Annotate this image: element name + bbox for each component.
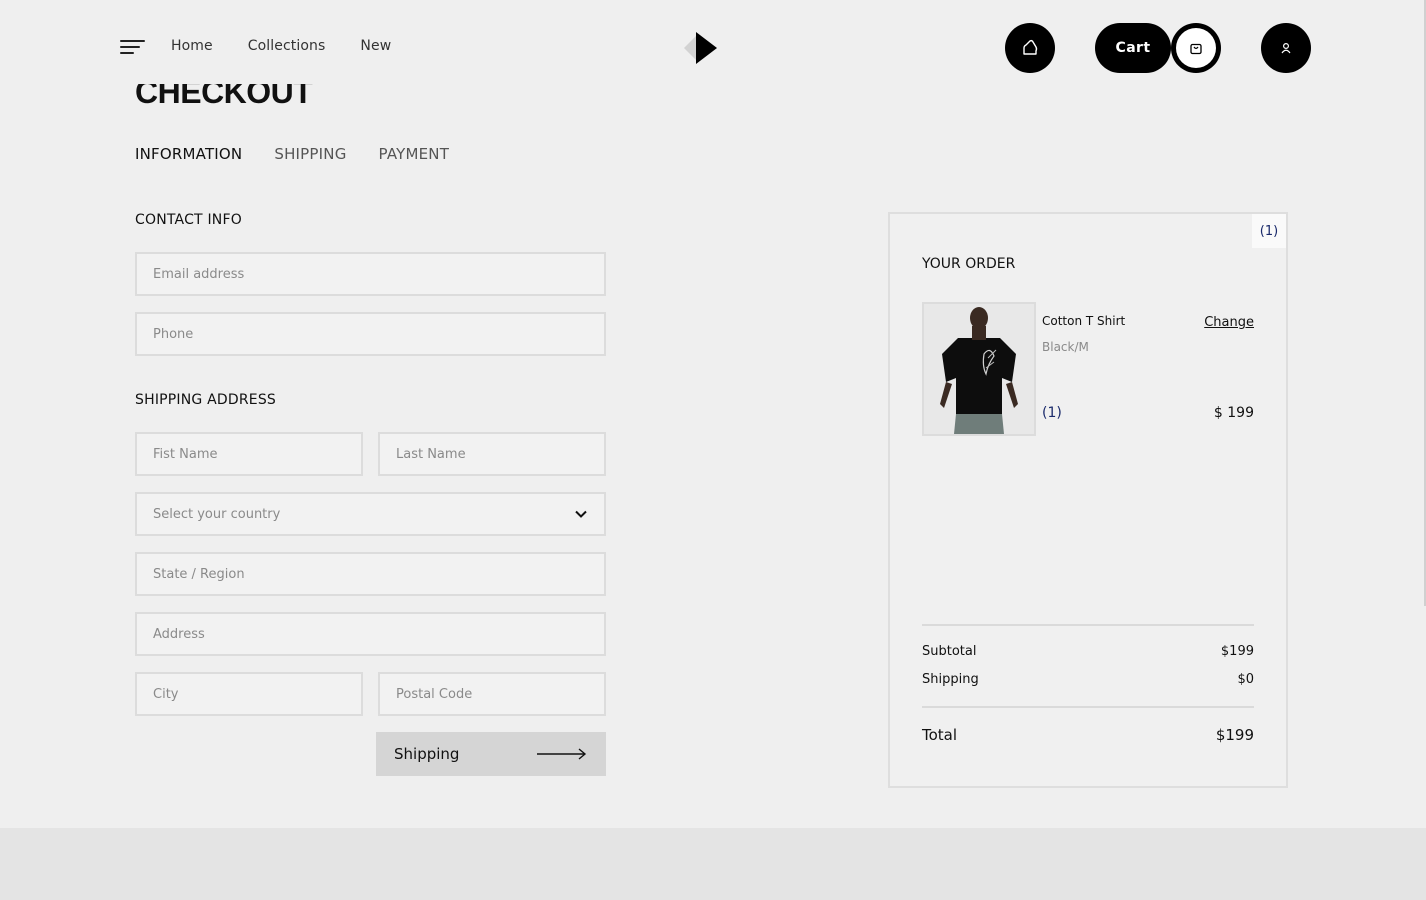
cart-icon-button[interactable] <box>1171 23 1221 73</box>
total-row: Total $199 <box>922 726 1254 744</box>
email-input[interactable] <box>135 252 606 296</box>
nav-collections[interactable]: Collections <box>248 38 326 54</box>
arrow-right-icon <box>537 748 587 760</box>
summary-divider-bottom <box>922 706 1254 708</box>
step-payment[interactable]: PAYMENT <box>379 145 450 163</box>
summary-divider-top <box>922 624 1254 626</box>
postal-code-input[interactable] <box>378 672 606 716</box>
step-information[interactable]: INFORMATION <box>135 145 242 163</box>
cart-icon <box>1190 43 1202 55</box>
shipping-submit-label: Shipping <box>394 745 460 763</box>
menu-icon[interactable] <box>120 40 145 56</box>
subtotal-label: Subtotal <box>922 644 977 659</box>
product-quantity: (1) <box>1042 405 1062 421</box>
last-name-input[interactable] <box>378 432 606 476</box>
country-select[interactable]: Select your country <box>135 492 606 536</box>
shipping-cost-value: $0 <box>1237 672 1254 687</box>
account-button[interactable] <box>1261 23 1311 73</box>
order-title: YOUR ORDER <box>922 256 1016 272</box>
bag-button[interactable] <box>1005 23 1055 73</box>
state-input[interactable] <box>135 552 606 596</box>
main-nav: Home Collections New <box>171 38 391 54</box>
contact-info-label: CONTACT INFO <box>135 212 242 228</box>
site-header: Home Collections New Cart <box>0 0 1426 96</box>
address-input[interactable] <box>135 612 606 656</box>
shipping-row: Shipping $0 <box>922 672 1254 687</box>
shipping-cost-label: Shipping <box>922 672 979 687</box>
change-item-link[interactable]: Change <box>1204 315 1254 330</box>
total-value: $199 <box>1215 726 1254 744</box>
checkout-steps: INFORMATION SHIPPING PAYMENT <box>135 145 449 163</box>
shipping-address-label: SHIPPING ADDRESS <box>135 392 277 408</box>
product-price: $ 199 <box>1213 405 1254 421</box>
nav-home[interactable]: Home <box>171 38 213 54</box>
order-summary-card: (1) YOUR ORDER Cotton T Shirt Black/M Ch… <box>888 212 1288 788</box>
page-title: CHECKOUT <box>135 84 313 110</box>
page-title-wrap: CHECKOUT <box>135 84 435 112</box>
subtotal-row: Subtotal $199 <box>922 644 1254 659</box>
nav-new[interactable]: New <box>360 38 391 54</box>
product-variant: Black/M <box>1042 340 1089 354</box>
subtotal-value: $199 <box>1220 644 1254 659</box>
order-count-badge: (1) <box>1252 214 1286 248</box>
chevron-down-icon <box>575 510 587 518</box>
city-input[interactable] <box>135 672 363 716</box>
user-icon <box>1281 42 1291 54</box>
total-label: Total <box>922 726 958 744</box>
product-name: Cotton T Shirt <box>1042 314 1126 328</box>
first-name-input[interactable] <box>135 432 363 476</box>
shipping-submit-button[interactable]: Shipping <box>376 732 606 776</box>
product-image <box>922 302 1036 436</box>
logo-icon[interactable] <box>684 32 718 64</box>
footer-band <box>0 828 1426 900</box>
step-shipping[interactable]: SHIPPING <box>274 145 346 163</box>
phone-input[interactable] <box>135 312 606 356</box>
country-select-value: Select your country <box>153 506 281 522</box>
bag-icon <box>1023 39 1038 55</box>
cart-button[interactable]: Cart <box>1095 23 1171 73</box>
